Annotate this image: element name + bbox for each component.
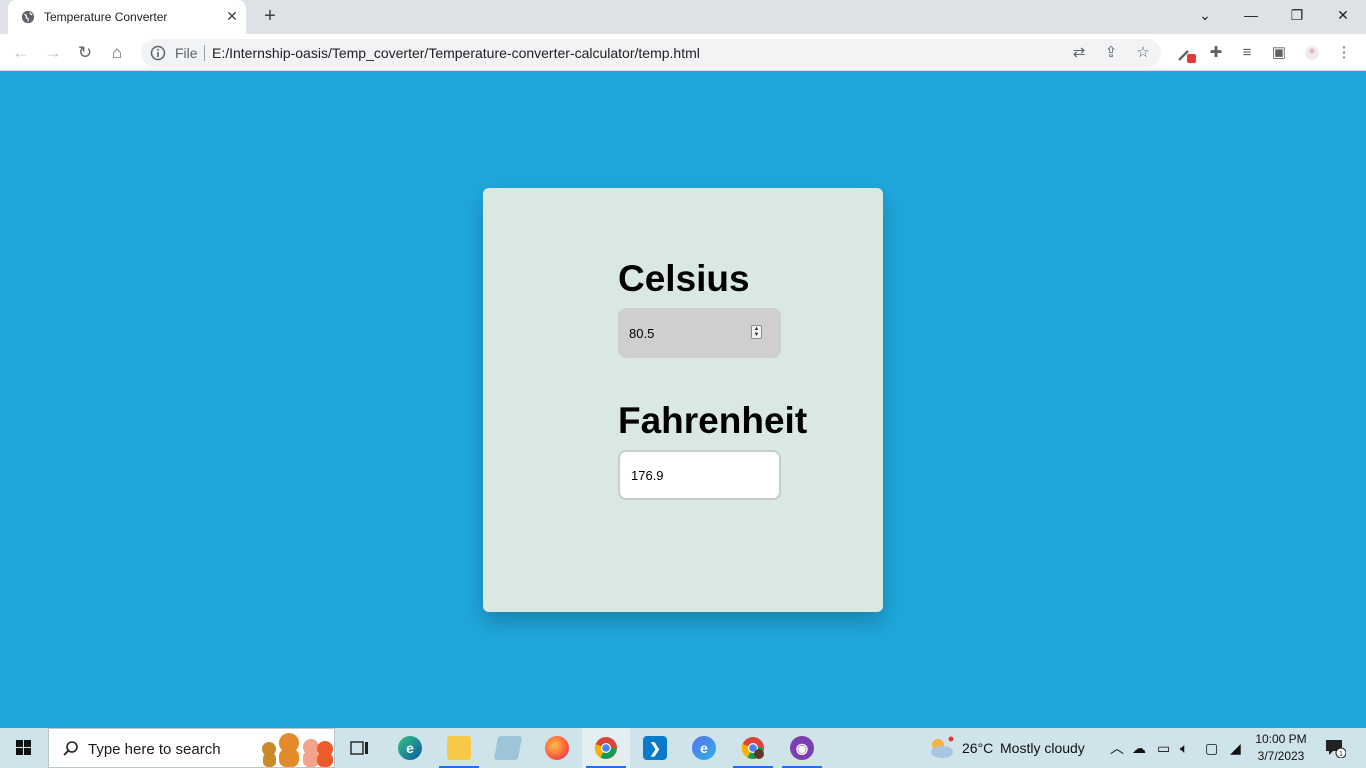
meet-now-icon[interactable]: ▢ — [1205, 728, 1218, 768]
celsius-label: Celsius — [618, 258, 750, 299]
share-icon[interactable]: ⇪ — [1100, 42, 1122, 64]
globe-icon — [21, 10, 35, 24]
fahrenheit-input[interactable] — [618, 450, 781, 500]
wifi-icon[interactable]: ◢ — [1230, 728, 1241, 768]
extension-eyedropper-icon[interactable] — [1173, 40, 1199, 66]
omnibox-divider — [204, 45, 205, 61]
tab-title: Temperature Converter — [44, 10, 168, 24]
fahrenheit-label: Fahrenheit — [618, 400, 808, 441]
show-hidden-icons-icon[interactable]: ︿ — [1110, 728, 1124, 768]
search-highlight-illustration — [262, 733, 333, 767]
chrome-profile-icon[interactable] — [729, 728, 777, 768]
url-text[interactable]: E:/Internship-oasis/Temp_coverter/Temper… — [212, 45, 700, 61]
clock-date: 3/7/2023 — [1257, 749, 1305, 763]
info-icon[interactable] — [150, 45, 166, 61]
address-bar[interactable]: File E:/Internship-oasis/Temp_coverter/T… — [141, 39, 1161, 67]
notepad-icon[interactable] — [484, 728, 532, 768]
translate-icon[interactable]: ⇄ — [1068, 42, 1090, 64]
windows-start-icon[interactable] — [0, 728, 48, 768]
notification-count: 1 — [1339, 751, 1343, 758]
side-panel-icon[interactable]: ▣ — [1266, 40, 1292, 66]
tab-strip: Temperature Converter ✕ + ⌄ — ❐ ✕ — [0, 0, 1366, 34]
minimize-button[interactable]: — — [1228, 0, 1274, 30]
reading-list-icon[interactable]: ≡ — [1234, 40, 1260, 66]
chrome-menu-icon[interactable]: ⋮ — [1331, 40, 1357, 66]
new-tab-button[interactable]: + — [258, 6, 282, 28]
vscode-icon[interactable]: ❯ — [631, 728, 679, 768]
reload-icon[interactable]: ↻ — [72, 40, 98, 66]
scheme-label: File — [175, 45, 198, 61]
number-spinner-icon[interactable]: ▲ ▼ — [751, 325, 762, 339]
restore-button[interactable]: ❐ — [1274, 0, 1320, 30]
tab-search-icon[interactable]: ⌄ — [1182, 0, 1228, 30]
system-clock[interactable]: 10:00 PM 3/7/2023 — [1250, 731, 1312, 765]
back-icon[interactable]: ← — [8, 40, 34, 66]
weather-condition[interactable]: Mostly cloudy — [1000, 728, 1085, 768]
chrome-icon[interactable] — [582, 728, 630, 768]
weather-cloud-icon[interactable] — [928, 736, 954, 760]
task-view-icon[interactable] — [336, 728, 384, 768]
tab-close-icon[interactable]: ✕ — [223, 7, 241, 25]
close-window-button[interactable]: ✕ — [1320, 0, 1366, 30]
converter-card: Celsius ▲▼ Fahrenheit — [483, 188, 883, 612]
taskbar: Type here to search e ❯ e ◉ 26°C Mostly … — [0, 728, 1366, 768]
edge-icon[interactable]: e — [386, 728, 434, 768]
extensions-puzzle-icon[interactable]: ✚ — [1203, 40, 1229, 66]
battery-icon[interactable]: ▭ — [1157, 728, 1170, 768]
firefox-icon[interactable] — [533, 728, 581, 768]
profile-avatar-icon[interactable] — [1299, 40, 1325, 66]
file-explorer-icon[interactable] — [435, 728, 483, 768]
bookmark-star-icon[interactable]: ☆ — [1132, 42, 1154, 64]
search-icon — [63, 741, 78, 756]
notification-center-icon[interactable]: 1 — [1324, 738, 1347, 759]
search-placeholder: Type here to search — [88, 741, 221, 758]
forward-icon[interactable]: → — [40, 40, 66, 66]
onedrive-cloud-icon[interactable]: ☁ — [1132, 728, 1146, 768]
volume-icon[interactable]: 🔈︎ — [1180, 728, 1188, 768]
taskbar-search[interactable]: Type here to search — [48, 728, 335, 768]
home-icon[interactable]: ⌂ — [104, 40, 130, 66]
browser-toolbar: ← → ↻ ⌂ File E:/Internship-oasis/Temp_co… — [0, 34, 1366, 71]
cortana-icon[interactable]: e — [680, 728, 728, 768]
tab-temperature-converter[interactable]: Temperature Converter ✕ — [8, 0, 246, 34]
weather-temperature[interactable]: 26°C — [962, 728, 993, 768]
clock-time: 10:00 PM — [1255, 732, 1307, 746]
github-desktop-icon[interactable]: ◉ — [778, 728, 826, 768]
